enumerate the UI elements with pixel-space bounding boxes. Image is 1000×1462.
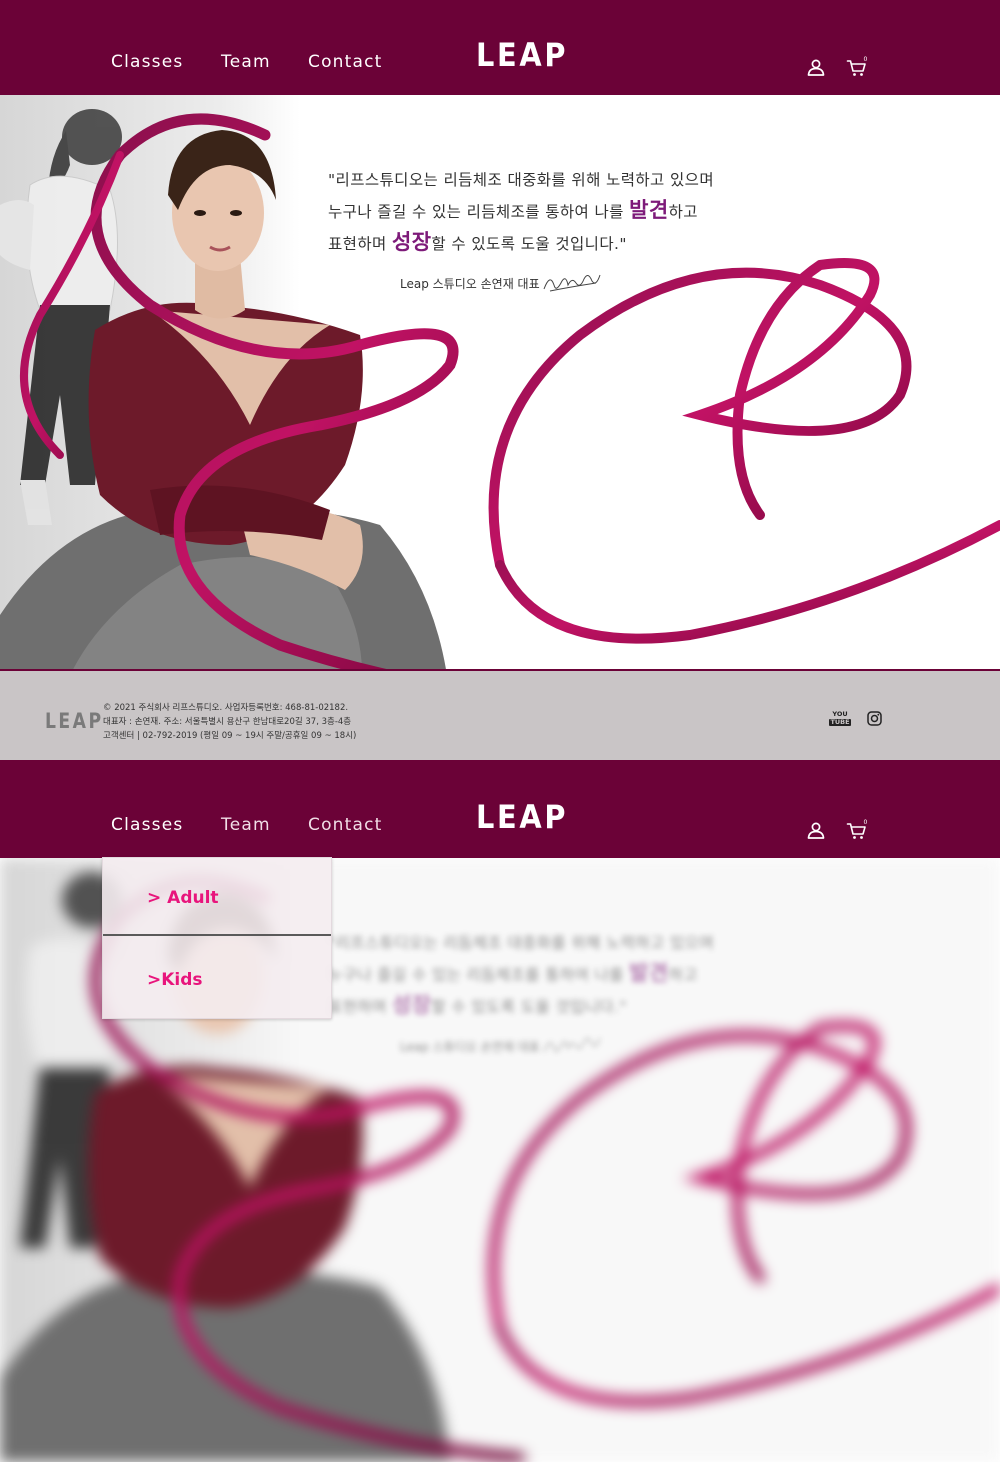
cart-count: 0 [864,819,868,826]
signature-caption: Leap 스튜디오 손연재 대표 [400,277,540,291]
quote-highlight-discover: 발견 [629,198,669,222]
quote-line-1: "리프스튜디오는 리듬체조 대중화를 위해 노력하고 있으며 [328,171,715,189]
user-icon[interactable] [805,56,827,78]
dropdown-item-kids[interactable]: >Kids [103,938,331,1016]
nav-classes[interactable]: Classes [111,815,183,835]
chevron-right-icon: > [147,970,162,990]
footer-logo[interactable]: LEAP [45,709,104,733]
hero-quote: "리프스튜디오는 리듬체조 대중화를 위해 노력하고 있으며 누구나 즐길 수 … [328,165,758,259]
user-icon[interactable] [805,819,827,841]
page-classes-menu-open: "리프스튜디오는 리듬체조 대중화를 위해 노력하고 있으며 누구나 즐길 수 … [0,760,1000,1462]
instagram-icon[interactable] [867,711,882,726]
youtube-icon[interactable]: YOU TUBE [829,711,851,726]
classes-dropdown: > Adult >Kids [102,857,332,1019]
logo[interactable]: LEAP [476,36,568,74]
cart-icon[interactable]: 0 [846,56,868,78]
footer-info-line-1: © 2021 주식회사 리프스튜디오. 사업자등록번호: 468-81-0218… [103,703,349,713]
footer: LEAP © 2021 주식회사 리프스튜디오. 사업자등록번호: 468-81… [0,671,1000,760]
nav-team[interactable]: Team [221,52,271,72]
footer-info-line-3: 고객센터 | 02-792-2019 (평일 09 ~ 19시 주말/공휴일 0… [103,731,357,741]
nav-contact[interactable]: Contact [308,52,383,72]
nav-classes[interactable]: Classes [111,52,183,72]
logo[interactable]: LEAP [476,798,568,836]
page-default-state: Classes Team Contact LEAP 0 "리프스튜디오는 리듬체… [0,0,1000,760]
dropdown-label-adult: Adult [167,888,219,908]
header: Classes Team Contact LEAP 0 [0,0,1000,95]
quote-line-2: 누구나 즐길 수 있는 리듬체조를 통하여 나를 발견하고 [328,198,698,222]
cart-count: 0 [864,56,868,63]
header-menu-open: Classes Team Contact LEAP 0 [0,760,1000,858]
footer-info-line-2: 대표자 : 손연재. 주소: 서울특별시 용산구 한남대로20길 37, 3층-… [103,717,352,727]
nav-contact[interactable]: Contact [308,815,383,835]
cart-icon[interactable]: 0 [846,819,868,841]
nav-team[interactable]: Team [221,815,271,835]
chevron-right-icon: > [147,888,162,908]
signature-caption-blurred: Leap 스튜디오 손연재 대표 [400,1040,540,1054]
hero: "리프스튜디오는 리듬체조 대중화를 위해 노력하고 있으며 누구나 즐길 수 … [0,95,1000,670]
signature-mark-blurred [543,1037,601,1053]
hero-quote-blurred: "리프스튜디오는 리듬체조 대중화를 위해 노력하고 있으며 누구나 즐길 수 … [328,934,715,1017]
signature-mark [543,274,601,292]
footer-info: © 2021 주식회사 리프스튜디오. 사업자등록번호: 468-81-0218… [103,701,356,743]
quote-highlight-growth: 성장 [391,230,432,254]
dropdown-label-kids: Kids [161,970,203,990]
dropdown-item-adult[interactable]: > Adult [103,858,331,936]
quote-line-3: 표현하며 성장할 수 있도록 도울 것입니다." [328,230,627,254]
